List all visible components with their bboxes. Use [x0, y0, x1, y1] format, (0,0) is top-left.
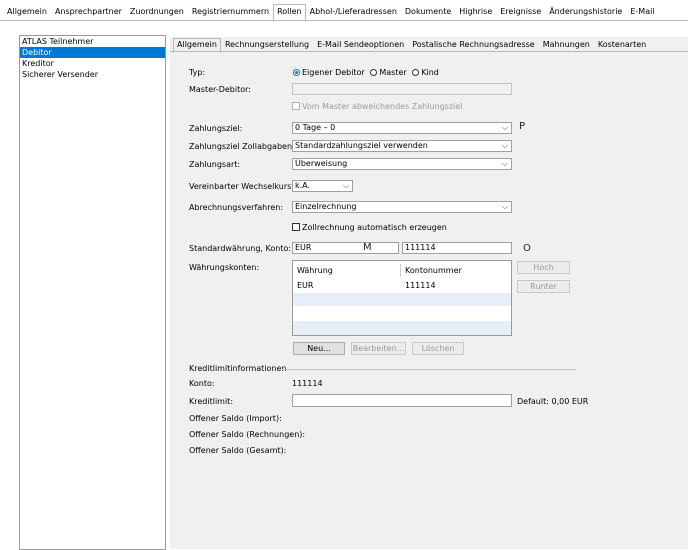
saldo-rechnungen-label: Offener Saldo (Rechnungen): [189, 430, 306, 439]
kreditlimit-label: Kreditlimit: [189, 397, 234, 406]
sub-tab-bar: Allgemein Rechnungserstellung E-Mail Sen… [173, 38, 650, 53]
saldo-gesamt-label: Offener Saldo (Gesamt): [189, 446, 287, 455]
abrechnung-value: Einzelrechnung [295, 202, 357, 211]
table-row-empty [293, 293, 511, 306]
waehrung-field[interactable]: EUR [292, 242, 399, 254]
abweichend-label: Vom Master abweichendes Zahlungsziel [302, 102, 463, 111]
zollabgaben-select[interactable]: Standardzahlungsziel verwenden ⌵ [292, 140, 512, 152]
radio-icon [412, 69, 420, 76]
chevron-down-icon: ⌵ [501, 141, 508, 150]
checkbox-icon [292, 102, 300, 110]
marker-letter-o: O [523, 243, 531, 254]
kredit-konto-value: 111114 [292, 379, 323, 388]
master-debitor-field[interactable] [292, 83, 512, 95]
table-row[interactable]: EUR 111114 [293, 279, 511, 292]
role-item-kreditor[interactable]: Kreditor [20, 58, 165, 69]
radio-eigener-debitor-label: Eigener Debitor [302, 68, 365, 77]
wechselkurs-label: Vereinbarter Wechselkurstyp: [189, 182, 307, 191]
radio-icon [370, 69, 378, 76]
marker-letter-m: M [363, 242, 372, 253]
wechselkurs-value: k.A. [295, 181, 311, 190]
chevron-down-icon: ⌵ [501, 123, 508, 132]
kredit-section-title: Kreditlimitinformationen [189, 364, 287, 373]
abweichend-checkbox[interactable]: Vom Master abweichendes Zahlungsziel [292, 102, 462, 111]
radio-kind[interactable]: Kind [412, 68, 439, 77]
runter-button[interactable]: Runter [517, 280, 570, 293]
kreditlimit-field[interactable] [292, 394, 512, 407]
kredit-section-divider [282, 369, 576, 370]
top-tab-divider [0, 20, 688, 21]
abrechnung-label: Abrechnungsverfahren: [189, 203, 284, 212]
col-divider [400, 264, 401, 277]
radio-selected-icon [293, 69, 300, 76]
waehrung-label: Standardwährung, Konto: [189, 244, 292, 253]
default-value: 0,00 EUR [551, 397, 589, 406]
waehrungskonten-table[interactable]: Währung Kontonummer EUR 111114 [292, 260, 512, 336]
zahlungsziel-select[interactable]: 0 Tage – 0 ⌵ [292, 122, 512, 134]
zollabgaben-label: Zahlungsziel Zollabgaben: [189, 142, 295, 151]
hoch-button[interactable]: Hoch [517, 261, 570, 274]
checkbox-icon [292, 223, 300, 231]
cell-kontonummer: 111114 [405, 281, 436, 290]
bearbeiten-button[interactable]: Bearbeiten... [351, 342, 406, 355]
role-detail-panel: Allgemein Rechnungserstellung E-Mail Sen… [170, 37, 688, 549]
neu-button[interactable]: Neu... [293, 342, 345, 355]
radio-master-label: Master [379, 68, 407, 77]
marker-letter-p: P [519, 121, 526, 132]
chevron-down-icon: ⌵ [501, 202, 508, 211]
cell-waehrung: EUR [297, 281, 314, 290]
saldo-import-label: Offener Saldo (Import): [189, 414, 282, 423]
chevron-down-icon: ⌵ [501, 159, 508, 168]
master-debitor-label: Master-Debitor: [189, 85, 251, 94]
zollrechnung-label: Zollrechnung automatisch erzeugen [302, 223, 447, 232]
zahlungsziel-value: 0 Tage – 0 [295, 123, 336, 132]
abrechnung-select[interactable]: Einzelrechnung ⌵ [292, 201, 512, 213]
top-tab-bar: Allgemein Ansprechpartner Zuordnungen Re… [3, 4, 659, 22]
konto-field[interactable]: 111114 [402, 242, 512, 254]
radio-kind-label: Kind [421, 68, 439, 77]
table-row-empty [293, 307, 511, 320]
default-info: Default: 0,00 EUR [517, 397, 588, 406]
waehrungskonten-label: Währungskonten: [189, 263, 260, 272]
zahlungsart-label: Zahlungsart: [189, 160, 241, 169]
role-item-atlas[interactable]: ATLAS Teilnehmer [20, 36, 165, 47]
role-item-sicherer-versender[interactable]: Sicherer Versender [20, 69, 165, 80]
kredit-konto-label: Konto: [189, 379, 215, 388]
zahlungsziel-label: Zahlungsziel: [189, 124, 243, 133]
default-label: Default: [517, 397, 549, 406]
zahlungsart-select[interactable]: Überweisung ⌵ [292, 158, 512, 170]
loeschen-button[interactable]: Löschen [412, 342, 464, 355]
role-list[interactable]: ATLAS Teilnehmer Debitor Kreditor Sicher… [19, 35, 166, 550]
role-item-debitor[interactable]: Debitor [20, 47, 165, 58]
col-header-waehrung[interactable]: Währung [297, 264, 333, 277]
table-header: Währung Kontonummer [293, 264, 511, 277]
radio-eigener-debitor[interactable]: Eigener Debitor [293, 68, 365, 77]
sub-tab-divider [170, 51, 688, 52]
typ-radio-group: Eigener Debitor Master Kind [293, 68, 439, 77]
typ-label: Typ: [189, 68, 206, 77]
chevron-down-icon: ⌵ [342, 181, 349, 190]
zollrechnung-checkbox[interactable]: Zollrechnung automatisch erzeugen [292, 223, 447, 232]
wechselkurs-select[interactable]: k.A. ⌵ [292, 180, 353, 192]
col-header-kontonummer[interactable]: Kontonummer [405, 264, 462, 277]
table-row-empty [293, 321, 511, 335]
zollabgaben-value: Standardzahlungsziel verwenden [295, 141, 428, 150]
radio-master[interactable]: Master [370, 68, 407, 77]
zahlungsart-value: Überweisung [295, 159, 348, 168]
